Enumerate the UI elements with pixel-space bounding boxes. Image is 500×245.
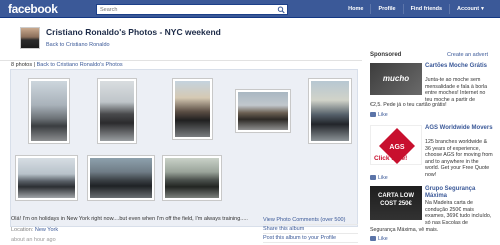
view-comments-link[interactable]: View Photo Comments (over 500) <box>263 216 358 225</box>
ad-like-button[interactable]: Like <box>370 175 388 181</box>
photo-thumbnail-1[interactable] <box>28 78 70 144</box>
nav-find-friends[interactable]: Find friends <box>404 6 449 12</box>
album-grid <box>10 69 358 227</box>
photo-image <box>175 81 210 137</box>
search-box[interactable] <box>96 4 288 15</box>
ad-image[interactable]: mucho moche <box>370 63 422 115</box>
thumbs-up-icon <box>370 236 376 241</box>
ad-like-label: Like <box>378 112 388 118</box>
photo-thumbnail-6[interactable] <box>15 155 78 201</box>
nav-account-label: Account <box>457 6 480 12</box>
ad-image[interactable]: CARTA LOW COST 250€ <box>370 186 422 220</box>
avatar[interactable] <box>20 27 40 49</box>
top-bar: facebook Home Profile Find friends Accou… <box>0 0 500 18</box>
photo-thumbnail-8[interactable] <box>162 155 222 201</box>
ad-image-text: mucho moche <box>382 74 410 115</box>
photo-thumbnail-5[interactable] <box>308 78 352 144</box>
sponsored-ad-3[interactable]: CARTA LOW COST 250€ Grupo Segurança Máxi… <box>370 186 494 244</box>
share-album-link[interactable]: Share this album <box>263 225 358 234</box>
ad-title[interactable]: Cartões Moche Grátis <box>425 63 494 70</box>
chevron-down-icon: ▼ <box>480 6 485 12</box>
ad-like-label: Like <box>378 175 388 181</box>
timestamp-link[interactable]: about an hour ago <box>11 237 56 243</box>
photo-image <box>31 81 67 141</box>
ad-image-text: CARTA LOW COST 250€ <box>378 193 414 207</box>
album-location: Location: New York <box>11 227 58 233</box>
album-count-line: 8 photos | Back to Cristiano Ronaldo's P… <box>11 62 123 68</box>
back-to-photos-link[interactable]: Back to Cristiano Ronaldo's Photos <box>37 62 123 68</box>
photo-image <box>18 158 75 198</box>
ad-body: Junta-te ao moche sem mensalidade e fala… <box>425 77 488 103</box>
ad-body: Na Madeira carta de condução 250€ mais e… <box>425 200 492 226</box>
create-ad-link[interactable]: Create an advert <box>447 52 488 58</box>
search-input[interactable] <box>97 5 275 14</box>
nav-profile[interactable]: Profile <box>371 6 402 12</box>
ad-title[interactable]: AGS Worldwide Movers <box>425 125 494 132</box>
ad-image-subtext[interactable]: Click here! <box>374 155 407 162</box>
album-caption: Olá! I'm on holidays in New York right n… <box>11 216 248 222</box>
timestamp: about an hour ago <box>11 237 56 243</box>
search-icon[interactable] <box>277 6 286 14</box>
post-to-profile-link[interactable]: Post this album to your Profile <box>263 234 358 243</box>
photo-thumbnail-2[interactable] <box>97 78 137 144</box>
photo-image <box>100 81 134 141</box>
photo-image <box>238 92 288 130</box>
photo-count: 8 photos <box>11 62 33 68</box>
ad-like-button[interactable]: Like <box>370 236 388 242</box>
divider <box>0 60 362 61</box>
ad-body-extra: Segurança Máxima, vê mais. <box>370 227 439 233</box>
ad-like-button[interactable]: Like <box>370 112 388 118</box>
sponsored-heading: Sponsored <box>370 52 402 58</box>
photo-thumbnail-3[interactable] <box>172 78 213 140</box>
location-label: Location: <box>11 227 34 233</box>
sponsored-ad-1[interactable]: mucho moche Cartões Moche Grátis Junta-t… <box>370 63 494 123</box>
ad-title[interactable]: Grupo Segurança Máxima <box>425 186 494 200</box>
ad-body: 125 branches worldwide & 36 years of exp… <box>425 139 493 178</box>
nav-home[interactable]: Home <box>341 6 370 12</box>
album-actions: View Photo Comments (over 500) Share thi… <box>263 216 358 243</box>
facebook-logo[interactable]: facebook <box>8 2 58 16</box>
ad-body-extra: €2,5. Pede já o teu cartão grátis! <box>370 102 447 108</box>
back-to-profile-link[interactable]: Back to Cristiano Ronaldo <box>46 42 110 48</box>
nav-account[interactable]: Account▼ <box>450 6 492 12</box>
ad-image-text: AGS <box>389 144 405 151</box>
photo-image <box>165 158 219 198</box>
page-title: Cristiano Ronaldo's Photos - NYC weekend <box>46 27 221 37</box>
photo-image <box>90 158 152 198</box>
thumbs-up-icon <box>370 112 376 117</box>
photo-image <box>311 81 349 141</box>
photo-thumbnail-4[interactable] <box>235 89 291 133</box>
photo-thumbnail-7[interactable] <box>87 155 155 201</box>
ad-like-label: Like <box>378 236 388 242</box>
top-nav: Home Profile Find friends Account▼ <box>341 0 492 18</box>
thumbs-up-icon <box>370 175 376 180</box>
sponsored-ad-2[interactable]: AGS Click here! AGS Worldwide Movers 125… <box>370 125 494 185</box>
location-value[interactable]: New York <box>35 227 58 233</box>
